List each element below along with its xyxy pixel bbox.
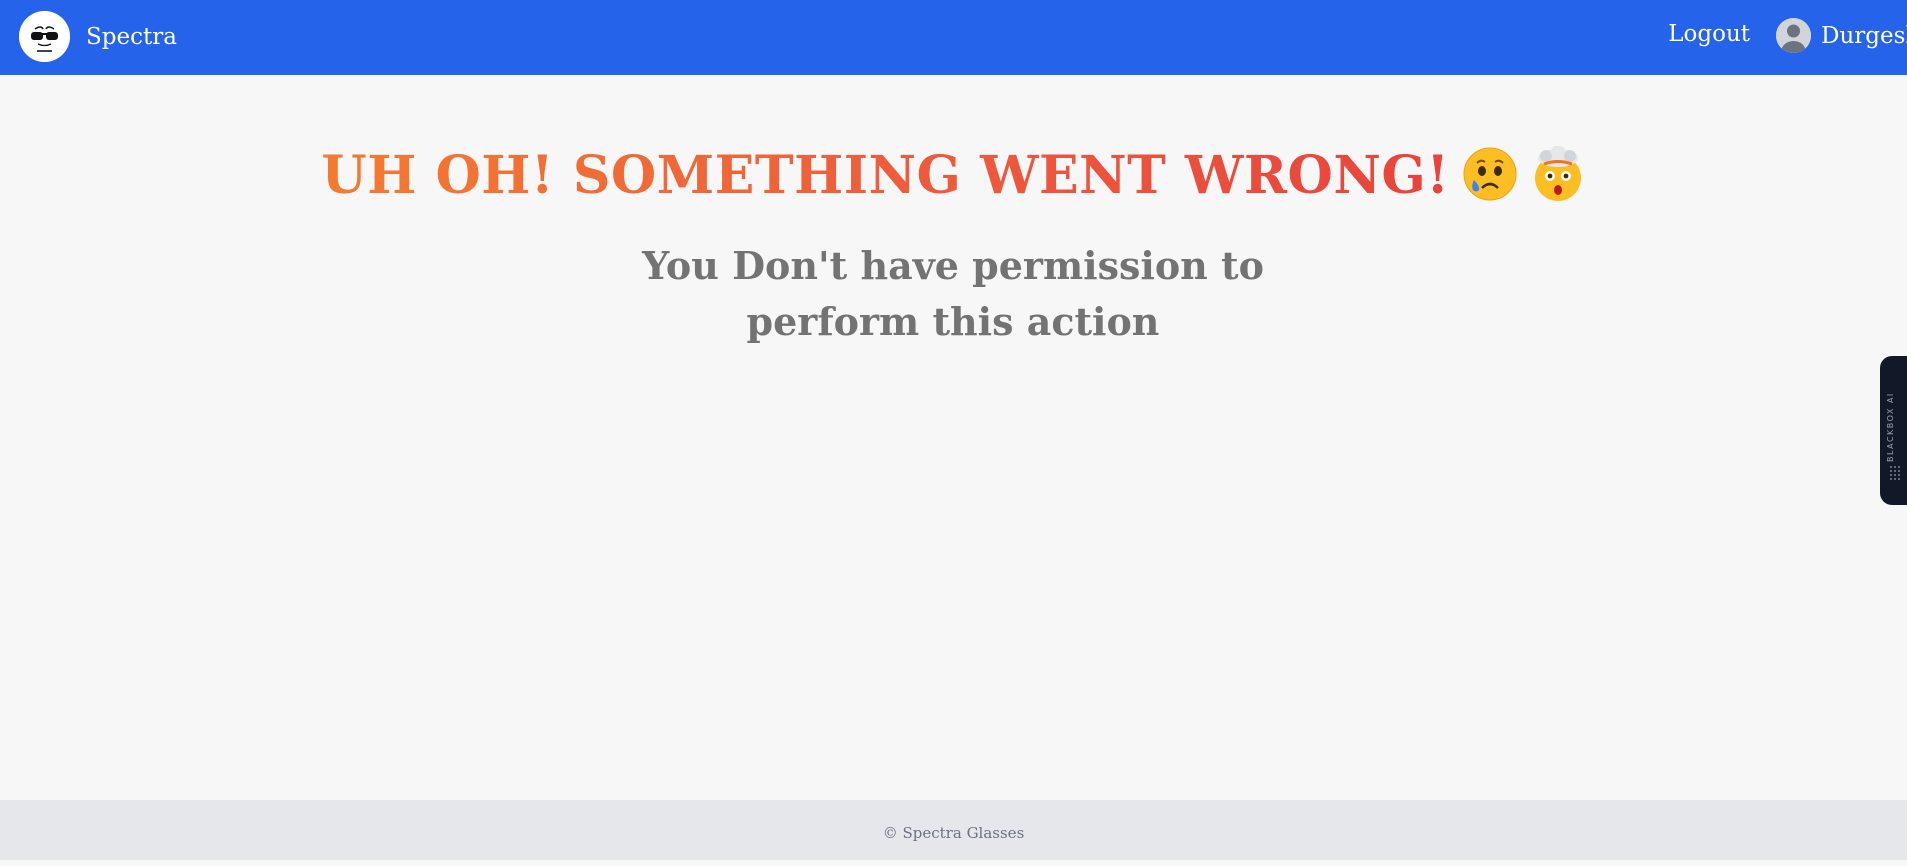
error-heading-text: UH OH! SOMETHING WENT WRONG!: [321, 145, 1450, 206]
brand-name: Spectra: [86, 23, 177, 50]
footer-copyright: © Spectra Glasses: [882, 824, 1025, 842]
exploding-head-icon: [1530, 144, 1586, 202]
user-name: Durgesh: [1821, 22, 1907, 49]
main-content: UH OH! SOMETHING WENT WRONG! You Don't h…: [0, 75, 1907, 800]
dots-grid-icon: [1889, 464, 1903, 488]
avatar: [1776, 18, 1811, 53]
sunglasses-logo-icon: [19, 11, 70, 62]
logout-link[interactable]: Logout: [1668, 21, 1750, 47]
top-navbar: Spectra Logout Durgesh: [0, 0, 1907, 75]
error-heading: UH OH! SOMETHING WENT WRONG!: [0, 144, 1907, 208]
page-footer: © Spectra Glasses: [0, 800, 1907, 860]
brand-link[interactable]: Spectra: [19, 11, 177, 62]
user-menu[interactable]: Durgesh: [1776, 18, 1907, 53]
blackbox-ai-side-tab[interactable]: BLACKBOX AI: [1880, 356, 1907, 505]
sad-relieved-face-icon: [1462, 146, 1518, 202]
side-tab-label: BLACKBOX AI: [1886, 392, 1895, 462]
error-message: You Don't have permission to perform thi…: [642, 243, 1264, 344]
